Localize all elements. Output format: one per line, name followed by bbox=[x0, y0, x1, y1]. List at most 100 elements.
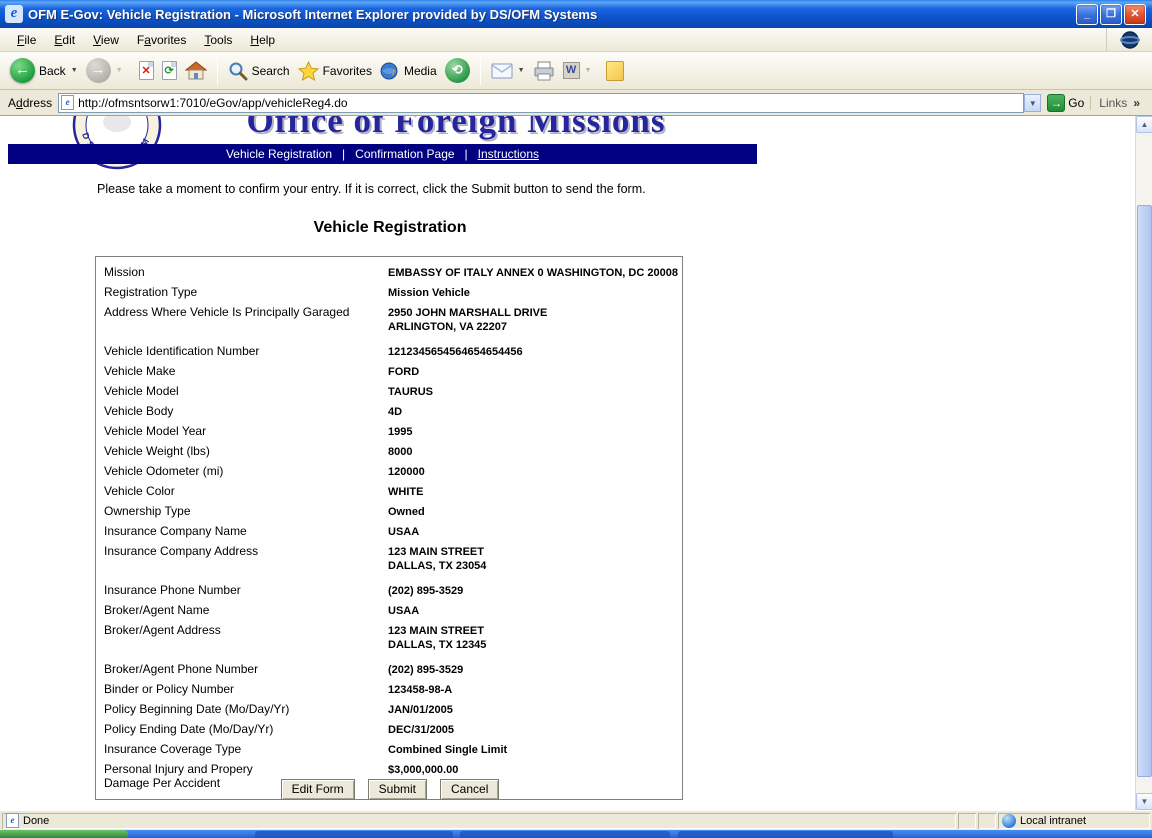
menu-item-help[interactable]: Help bbox=[241, 30, 284, 50]
field-value: Mission Vehicle bbox=[388, 285, 682, 300]
field-label: Insurance Phone Number bbox=[96, 583, 388, 598]
mail-dropdown-icon[interactable]: ▼ bbox=[518, 67, 525, 74]
stop-button[interactable]: ✕ bbox=[135, 59, 158, 82]
field-label: Address Where Vehicle Is Principally Gar… bbox=[96, 305, 388, 334]
menu-item-file[interactable]: File bbox=[8, 30, 45, 50]
address-dropdown-icon[interactable]: ▼ bbox=[1024, 94, 1041, 112]
media-button[interactable]: ♪ Media bbox=[376, 59, 441, 83]
windows-taskbar[interactable] bbox=[0, 830, 1152, 838]
address-label: Address bbox=[8, 96, 52, 110]
cancel-button[interactable]: Cancel bbox=[440, 779, 499, 800]
status-empty-panel-2 bbox=[978, 813, 996, 829]
taskbar-task-segment[interactable] bbox=[678, 831, 893, 838]
search-button[interactable]: Search bbox=[224, 59, 294, 83]
forward-button[interactable]: → ▼ bbox=[82, 56, 127, 85]
address-url: http://ofmsntsorw1:7010/eGov/app/vehicle… bbox=[78, 96, 348, 110]
field-label: Mission bbox=[96, 265, 388, 280]
nav-vehicle-registration[interactable]: Vehicle Registration bbox=[226, 147, 332, 161]
links-bar[interactable]: Links » bbox=[1090, 96, 1148, 110]
back-dropdown-icon[interactable]: ▼ bbox=[71, 67, 78, 74]
field-label: Insurance Company Name bbox=[96, 524, 388, 539]
field-value: DEC/31/2005 bbox=[388, 722, 682, 737]
favorites-label: Favorites bbox=[323, 64, 372, 78]
scroll-up-button[interactable]: ▲ bbox=[1136, 116, 1152, 133]
submit-button[interactable]: Submit bbox=[368, 779, 427, 800]
menu-items: FileEditViewFavoritesToolsHelp bbox=[8, 33, 284, 47]
print-icon bbox=[533, 61, 555, 81]
scroll-down-button[interactable]: ▼ bbox=[1136, 793, 1152, 810]
table-row: Vehicle Body4D bbox=[96, 402, 682, 422]
field-value: USAA bbox=[388, 524, 682, 539]
toolbar-separator-2 bbox=[480, 57, 481, 85]
nav-instructions-link[interactable]: Instructions bbox=[478, 147, 539, 161]
go-label: Go bbox=[1068, 96, 1084, 110]
forward-dropdown-icon: ▼ bbox=[116, 67, 123, 74]
field-value: JAN/01/2005 bbox=[388, 702, 682, 717]
table-row: Vehicle Odometer (mi)120000 bbox=[96, 462, 682, 482]
address-input[interactable]: e http://ofmsntsorw1:7010/eGov/app/vehic… bbox=[58, 93, 1024, 113]
menu-item-view[interactable]: View bbox=[84, 30, 128, 50]
go-arrow-icon: → bbox=[1047, 94, 1065, 112]
field-value: 4D bbox=[388, 404, 682, 419]
field-label: Registration Type bbox=[96, 285, 388, 300]
close-button[interactable]: ✕ bbox=[1124, 4, 1146, 25]
field-label: Vehicle Weight (lbs) bbox=[96, 444, 388, 459]
vertical-scrollbar[interactable]: ▲ ▼ bbox=[1135, 116, 1152, 810]
field-value: Owned bbox=[388, 504, 682, 519]
table-row: Vehicle Weight (lbs)8000 bbox=[96, 442, 682, 462]
table-row: Insurance Coverage TypeCombined Single L… bbox=[96, 740, 682, 760]
field-value: 120000 bbox=[388, 464, 682, 479]
discuss-button[interactable] bbox=[602, 59, 628, 83]
address-bar: Address e http://ofmsntsorw1:7010/eGov/a… bbox=[0, 90, 1152, 116]
field-label: Broker/Agent Name bbox=[96, 603, 388, 618]
start-button-sliver[interactable] bbox=[0, 830, 128, 838]
page-nav-bar: Vehicle Registration|Confirmation Page|I… bbox=[8, 144, 757, 164]
home-icon bbox=[185, 61, 207, 81]
note-icon bbox=[606, 61, 624, 81]
table-row: Address Where Vehicle Is Principally Gar… bbox=[96, 303, 682, 337]
field-value: 8000 bbox=[388, 444, 682, 459]
print-button[interactable] bbox=[529, 59, 559, 83]
menu-item-tools[interactable]: Tools bbox=[195, 30, 241, 50]
field-label: Vehicle Model bbox=[96, 384, 388, 399]
favorites-icon bbox=[298, 61, 319, 81]
table-row: Broker/Agent Address123 MAIN STREETDALLA… bbox=[96, 621, 682, 655]
edit-with-word-button[interactable]: W ▼ bbox=[559, 60, 596, 81]
field-value: WHITE bbox=[388, 484, 682, 499]
back-button[interactable]: ← Back ▼ bbox=[6, 56, 82, 85]
table-row: Vehicle MakeFORD bbox=[96, 362, 682, 382]
scrollbar-thumb[interactable] bbox=[1137, 205, 1152, 777]
menu-item-favorites[interactable]: Favorites bbox=[128, 30, 195, 50]
taskbar-task-segment[interactable] bbox=[460, 831, 670, 838]
field-label: Policy Beginning Date (Mo/Day/Yr) bbox=[96, 702, 388, 717]
links-label: Links bbox=[1099, 96, 1127, 110]
status-left-panel: e Done bbox=[2, 813, 956, 829]
nav-confirmation-page[interactable]: Confirmation Page bbox=[355, 147, 454, 161]
field-label: Insurance Coverage Type bbox=[96, 742, 388, 757]
table-row: Vehicle Model Year1995 bbox=[96, 422, 682, 442]
home-button[interactable] bbox=[181, 59, 211, 83]
form-title: Vehicle Registration bbox=[0, 219, 780, 237]
page-content: D STATES OF AM Office of Foreign Mission… bbox=[0, 116, 1135, 810]
minimize-button[interactable]: _ bbox=[1076, 4, 1098, 25]
mail-button[interactable]: ▼ bbox=[487, 61, 529, 81]
media-icon: ♪ bbox=[380, 61, 400, 81]
brand-logo-icon bbox=[1120, 30, 1140, 50]
go-button[interactable]: → Go bbox=[1047, 94, 1084, 112]
url-page-icon: e bbox=[61, 95, 74, 110]
field-value: EMBASSY OF ITALY ANNEX 0 WASHINGTON, DC … bbox=[388, 265, 682, 280]
refresh-button[interactable]: ⟳ bbox=[158, 59, 181, 82]
field-label: Vehicle Odometer (mi) bbox=[96, 464, 388, 479]
history-button[interactable]: ⟲ bbox=[441, 56, 474, 85]
restore-button[interactable]: ❐ bbox=[1100, 4, 1122, 25]
status-page-icon: e bbox=[6, 813, 19, 828]
table-row: Registration TypeMission Vehicle bbox=[96, 283, 682, 303]
favorites-button[interactable]: Favorites bbox=[294, 59, 376, 83]
field-label: Vehicle Model Year bbox=[96, 424, 388, 439]
edit-form-button[interactable]: Edit Form bbox=[281, 779, 355, 800]
menu-item-edit[interactable]: Edit bbox=[45, 30, 84, 50]
links-chevron-icon: » bbox=[1133, 96, 1140, 110]
status-empty-panel-1 bbox=[958, 813, 976, 829]
taskbar-task-segment[interactable] bbox=[255, 831, 453, 838]
field-value: 2950 JOHN MARSHALL DRIVEARLINGTON, VA 22… bbox=[388, 305, 682, 334]
